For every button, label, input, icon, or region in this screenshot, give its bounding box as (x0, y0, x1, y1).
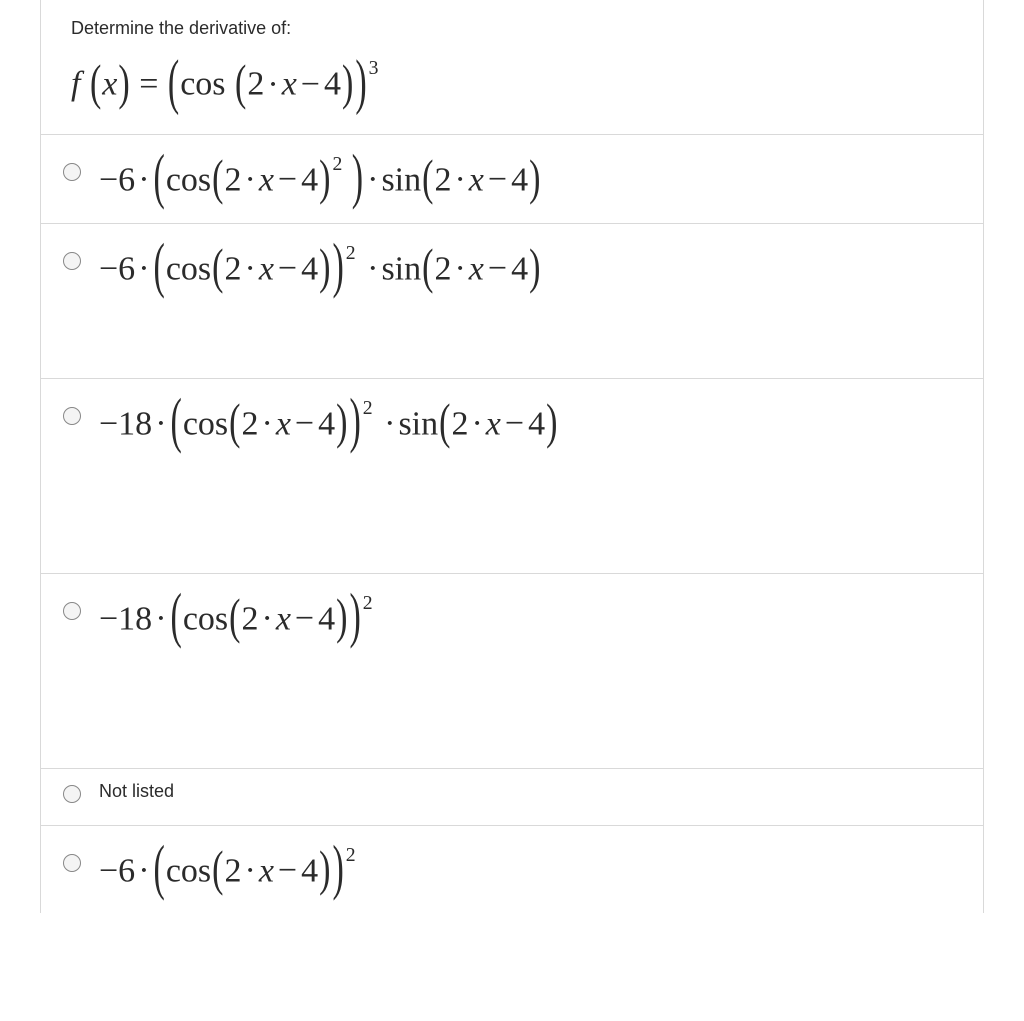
radio-icon[interactable] (63, 407, 81, 425)
answer-option[interactable]: −6·(cos(2·x−4)2 )·sin(2·x−4) (41, 135, 983, 224)
radio-icon[interactable] (63, 785, 81, 803)
answer-option[interactable]: −6·(cos(2·x−4))2 (41, 826, 983, 914)
question-function: f (x) = (cos (2·x−4))3 (71, 57, 953, 104)
question-panel: Determine the derivative of: f (x) = (co… (40, 0, 984, 913)
option-math: −18·(cos(2·x−4))2 (99, 586, 373, 650)
radio-icon[interactable] (63, 252, 81, 270)
answer-option[interactable]: −6·(cos(2·x−4))2 ·sin(2·x−4) (41, 224, 983, 379)
question-stem: Determine the derivative of: f (x) = (co… (41, 0, 983, 134)
radio-icon[interactable] (63, 163, 81, 181)
answer-option[interactable]: −18·(cos(2·x−4))2 ·sin(2·x−4) (41, 379, 983, 574)
question-prompt: Determine the derivative of: (71, 18, 953, 39)
option-math: −6·(cos(2·x−4)2 )·sin(2·x−4) (99, 147, 541, 211)
option-math: −18·(cos(2·x−4))2 ·sin(2·x−4) (99, 391, 558, 455)
option-text: Not listed (99, 781, 174, 802)
answer-option[interactable]: Not listed (41, 769, 983, 826)
radio-icon[interactable] (63, 854, 81, 872)
answer-option[interactable]: −18·(cos(2·x−4))2 (41, 574, 983, 769)
answer-list: −6·(cos(2·x−4)2 )·sin(2·x−4) −6·(cos(2·x… (41, 134, 983, 914)
radio-icon[interactable] (63, 602, 81, 620)
option-math: −6·(cos(2·x−4))2 (99, 838, 356, 902)
option-math: −6·(cos(2·x−4))2 ·sin(2·x−4) (99, 236, 541, 300)
